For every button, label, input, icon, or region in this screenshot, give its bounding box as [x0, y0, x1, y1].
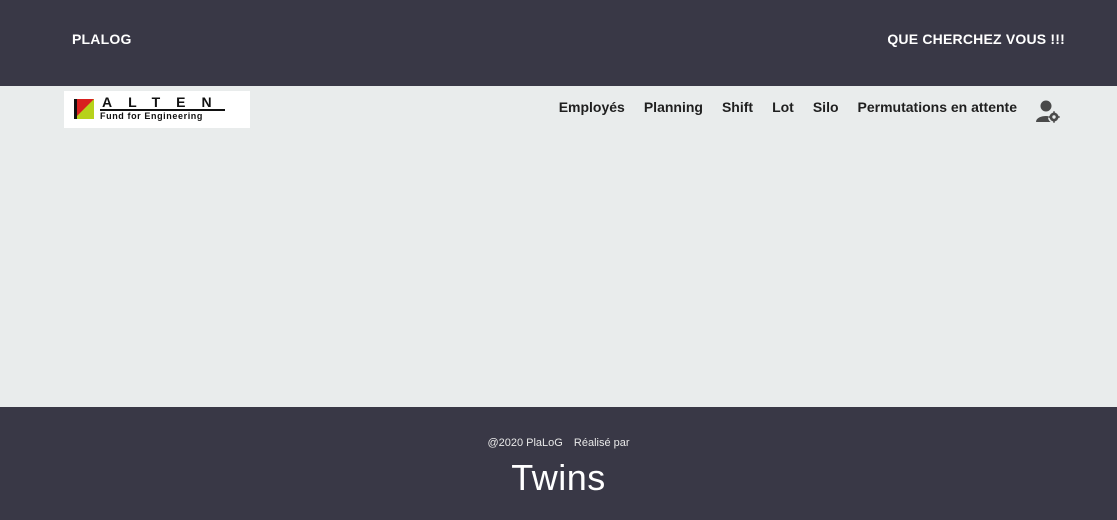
search-tagline[interactable]: QUE CHERCHEZ VOUS !!!: [887, 31, 1065, 47]
main-menu: Employés Planning Shift Lot Silo Permuta…: [559, 99, 1017, 115]
nav-item-lot[interactable]: Lot: [772, 99, 794, 115]
alten-logo[interactable]: ALTEN Fund for Engineering: [64, 91, 250, 128]
main-content: [0, 134, 1117, 407]
top-header: PLALOG QUE CHERCHEZ VOUS !!!: [0, 0, 1117, 86]
logo-mark-icon: [74, 99, 94, 119]
footer-team-name: Twins: [511, 457, 606, 498]
logo-subtitle: Fund for Engineering: [100, 111, 203, 121]
footer: @2020 PlaLoG Réalisé par Twins: [0, 407, 1117, 520]
footer-credits: @2020 PlaLoG Réalisé par: [0, 437, 1117, 449]
nav-item-planning[interactable]: Planning: [644, 99, 703, 115]
nav-item-shift[interactable]: Shift: [722, 99, 753, 115]
nav-item-silo[interactable]: Silo: [813, 99, 839, 115]
nav-item-employes[interactable]: Employés: [559, 99, 625, 115]
navigation-bar: ALTEN Fund for Engineering Employés Plan…: [0, 86, 1117, 134]
brand-title[interactable]: PLALOG: [72, 31, 132, 47]
footer-copyright: @2020 PlaLoG: [487, 437, 563, 449]
nav-item-permutations[interactable]: Permutations en attente: [858, 99, 1017, 115]
logo-name: ALTEN: [102, 94, 228, 110]
user-settings-icon[interactable]: [1034, 97, 1062, 125]
footer-made-by: Réalisé par: [573, 437, 630, 449]
